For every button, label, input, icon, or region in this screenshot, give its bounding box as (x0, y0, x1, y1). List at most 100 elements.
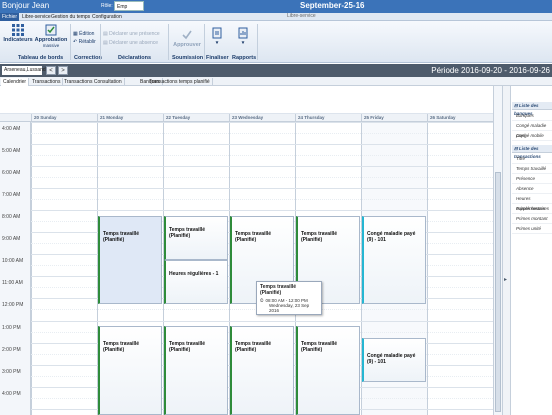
event-worked-time[interactable]: Temps travaillé (Planifié) (98, 326, 162, 415)
hour-label: 5:00 AM (2, 148, 21, 154)
transaction-item[interactable]: Titre (512, 154, 552, 164)
day-header-tuesday: 22 Tuesday (163, 114, 229, 122)
approuver-button[interactable]: Approuver (170, 29, 204, 48)
bank-item[interactable]: Banques (512, 111, 552, 121)
event-title: Temps travaillé (Planifié) (235, 341, 272, 353)
event-title: Congé maladie payé (9) - 101 (367, 231, 416, 243)
event-worked-time[interactable]: Temps travaillé (Planifié) (98, 216, 162, 304)
transaction-item[interactable]: Primes unité (512, 224, 552, 234)
hour-label: 6:00 AM (2, 170, 21, 176)
hour-label: 4:00 AM (2, 126, 21, 132)
event-sick-leave[interactable]: Congé maladie payé (9) - 101 (362, 216, 426, 304)
menu-tab-gestion-temps[interactable]: Gestion du temps (49, 13, 92, 21)
role-select[interactable]: Emp (114, 1, 144, 11)
transaction-item[interactable]: Primes montant (512, 214, 552, 224)
declarer-absence-label: Déclarer une absence (109, 40, 159, 46)
hour-label: 2:00 PM (2, 347, 21, 353)
event-regular-hours[interactable]: Heures régulières - 1 (164, 260, 228, 304)
retablir-button[interactable]: ↶ Rétablir (73, 39, 96, 45)
half-hour-line (31, 133, 493, 134)
transaction-item[interactable]: Présence (512, 174, 552, 184)
previous-period-button[interactable]: < (46, 66, 56, 75)
hour-label: 8:00 AM (2, 214, 21, 220)
finaliser-button[interactable]: ▾ (205, 27, 229, 46)
check-icon (182, 30, 192, 40)
context-subtitle: Libre-service (287, 13, 316, 19)
banks-section-header[interactable]: ⊟ Liste des banques (512, 102, 552, 116)
bank-item[interactable]: Congé mobile (512, 131, 552, 141)
hour-line (31, 321, 493, 322)
ribbon-separator (70, 24, 71, 60)
transaction-item[interactable]: Heures supplémentaires (512, 194, 552, 211)
calendar-grid[interactable]: 4:00 AM 5:00 AM 6:00 AM 7:00 AM 8:00 AM … (0, 122, 493, 415)
employee-selector[interactable]: Arseneau,Lussandre (2, 66, 50, 75)
transactions-section-header[interactable]: ⊟ Liste des transactions (512, 145, 552, 159)
indicateurs-button[interactable]: Indicateurs (3, 24, 33, 43)
menu-tab-configuration[interactable]: Configuration (90, 13, 124, 21)
report-icon (238, 27, 248, 39)
tooltip-date: Wednesday, 23 Sep 2016 (269, 303, 310, 313)
rapports-button[interactable]: ▾ (231, 27, 255, 46)
right-panel: ▸ ⊟ Liste des banques Banques Congé mala… (502, 86, 552, 415)
event-worked-time[interactable]: Temps travaillé (Planifié) (230, 326, 294, 415)
hour-column: 4:00 AM 5:00 AM 6:00 AM 7:00 AM 8:00 AM … (0, 122, 31, 415)
edition-label: Édition (79, 31, 95, 37)
welcome-text: Bonjour Jean (2, 1, 50, 10)
tab-transactions[interactable]: Transactions (30, 78, 64, 86)
group-correction: Correction (74, 55, 102, 61)
hour-label: 10:00 AM (2, 258, 24, 264)
tab-transactions-temps-planifie[interactable]: Transactions temps planifié (147, 78, 213, 86)
event-title: Congé maladie payé (9) - 101 (367, 353, 416, 365)
event-worked-time[interactable]: Temps travaillé (Planifié) (296, 326, 360, 415)
ribbon-separator (168, 24, 169, 60)
menu-tab-fichier[interactable]: Fichier (0, 13, 20, 21)
declarer-absence-button[interactable]: ▤ Déclarer une absence (103, 40, 158, 46)
hour-line (31, 188, 493, 189)
event-title: Temps travaillé (Planifié) (169, 341, 206, 353)
tooltip-title: Temps travaillé (Planifié) (260, 284, 297, 296)
finaliser-dropdown-icon: ▾ (215, 40, 219, 46)
event-sick-leave[interactable]: Congé maladie payé (9) - 101 (362, 338, 426, 382)
retablir-label: Rétablir (78, 39, 96, 45)
grid-icon (12, 24, 24, 36)
ribbon-separator (257, 24, 258, 60)
event-worked-time[interactable]: Temps travaillé (Planifié) (164, 216, 228, 260)
approbation-sublabel: massive (42, 43, 60, 48)
next-period-button[interactable]: > (58, 66, 68, 75)
menu-tab-libre-service[interactable]: Libre-service (20, 13, 53, 21)
group-soumission: Soumission (172, 55, 204, 61)
event-title: Temps travaillé (Planifié) (169, 227, 206, 239)
scrollbar-thumb[interactable] (495, 172, 501, 412)
ribbon-separator (100, 24, 101, 60)
event-worked-time[interactable]: Temps travaillé (Planifié) (164, 326, 228, 415)
hour-line (31, 210, 493, 211)
hour-line (31, 166, 493, 167)
rapports-dropdown-icon: ▾ (241, 40, 245, 46)
hour-label: 11:00 AM (2, 280, 23, 286)
transaction-item[interactable]: Primes heures (512, 204, 552, 214)
panel-collapse-bar[interactable]: ▸ (503, 86, 511, 415)
day-header-saturday: 26 Saturday (427, 114, 493, 122)
tab-calendrier[interactable]: Calendrier (1, 78, 30, 86)
hour-line (31, 122, 493, 123)
chevron-right-icon[interactable]: ▸ (504, 276, 507, 283)
edition-button[interactable]: ▦ Édition (73, 31, 94, 37)
hour-label: 4:00 PM (2, 391, 21, 397)
declarer-presence-button[interactable]: ▤ Déclarer une présence (103, 31, 160, 37)
day-header-sunday: 20 Sunday (31, 114, 97, 122)
transaction-item[interactable]: Absence (512, 184, 552, 194)
tab-transactions-consultation[interactable]: Transactions Consultation (62, 78, 125, 86)
event-title: Temps travaillé (Planifié) (103, 231, 140, 243)
role-select-value: Emp (117, 4, 128, 10)
hour-label: 3:00 PM (2, 369, 21, 375)
calendar-scrollbar[interactable] (493, 86, 502, 415)
day-header-wednesday: 23 Wednesday (229, 114, 295, 122)
event-title: Temps travaillé (Planifié) (301, 231, 338, 243)
transaction-item[interactable]: Temps travaillé (512, 164, 552, 174)
approval-icon (45, 24, 57, 36)
approbation-button[interactable]: Approbation massive (33, 24, 69, 49)
finalize-icon (212, 27, 222, 39)
day-header-friday: 25 Friday (361, 114, 427, 122)
clock-icon: ⏲ (260, 298, 264, 303)
bank-item[interactable]: Congé maladie payé (512, 121, 552, 138)
